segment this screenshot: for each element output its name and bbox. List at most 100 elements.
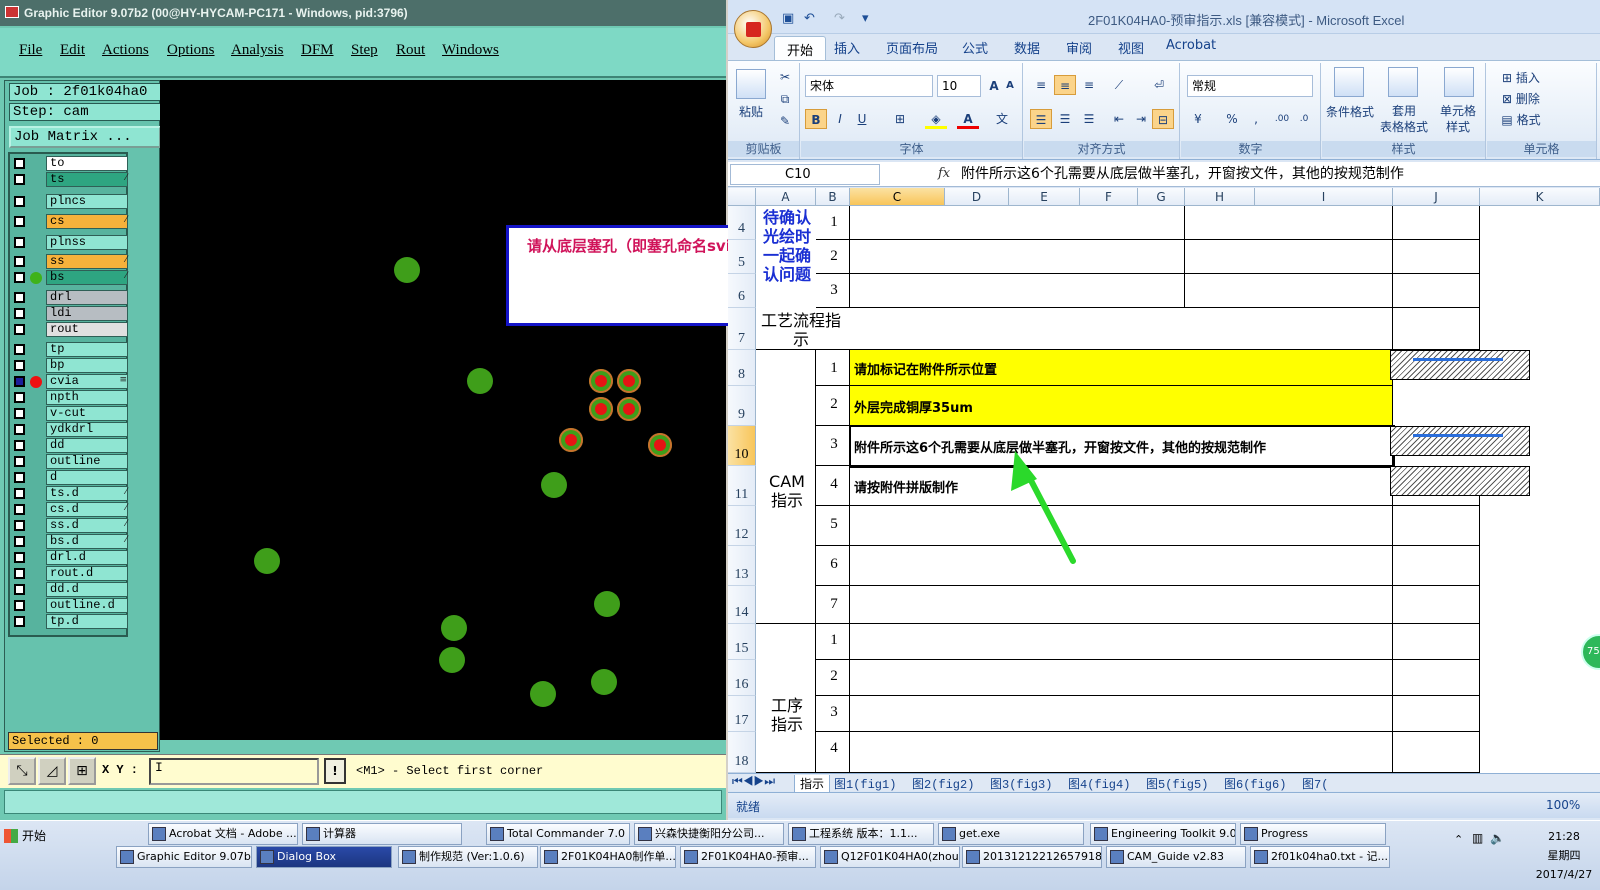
layer-row-tp[interactable]: tp — [10, 342, 130, 358]
formula-input[interactable]: 附件所示这6个孔需要从底层做半塞孔，开窗按文件，其他的按规范制作 — [961, 164, 1404, 184]
zoom-level[interactable]: 100% — [1546, 798, 1580, 812]
layer-row-cvia[interactable]: cvia ≡ — [10, 374, 130, 390]
row-header-13[interactable]: 13 — [728, 546, 756, 586]
layer-row-ss-d[interactable]: ss.d ⁄ — [10, 518, 130, 534]
layer-checkbox[interactable] — [14, 440, 25, 451]
process-row[interactable] — [756, 308, 1393, 350]
menu-analysis[interactable]: Analysis — [231, 42, 284, 59]
layer-name[interactable]: cs.d — [46, 502, 128, 517]
cell-c[interactable] — [850, 546, 1393, 586]
menu-step[interactable]: Step — [351, 42, 378, 59]
taskbar-button[interactable]: get.exe — [938, 823, 1084, 845]
cell-h[interactable] — [1185, 206, 1393, 240]
layer-name[interactable]: ldi — [46, 306, 128, 321]
row-header-5[interactable]: 5 — [728, 240, 756, 274]
volume-icon[interactable]: 🔈 — [1490, 831, 1505, 845]
pad-feature[interactable] — [439, 647, 465, 673]
paste-icon[interactable] — [736, 69, 766, 99]
taskbar-button[interactable]: 2f01k04ha0.txt - 记... — [1250, 846, 1390, 868]
layer-checkbox[interactable] — [14, 600, 25, 611]
customize-qat-icon[interactable]: ▾ — [862, 11, 869, 26]
layer-name[interactable]: bs.d — [46, 534, 128, 549]
paste-label[interactable]: 粘贴 — [732, 103, 770, 120]
cell-style-icon[interactable] — [1444, 67, 1474, 97]
underline-icon[interactable]: U — [851, 109, 873, 129]
layer-row-ldi[interactable]: ldi — [10, 306, 130, 322]
layer-checkbox[interactable] — [14, 237, 25, 248]
layer-name[interactable]: outline — [46, 454, 128, 469]
wrap-text-icon[interactable]: ⏎ — [1148, 75, 1170, 95]
pad-feature[interactable] — [467, 368, 493, 394]
pad-feature[interactable] — [254, 548, 280, 574]
job-matrix-button[interactable]: Job Matrix ... — [9, 126, 161, 148]
cell-c[interactable] — [850, 206, 1185, 240]
layer-name[interactable]: plncs — [46, 194, 128, 209]
menu-dfm[interactable]: DFM — [301, 42, 334, 59]
xy-input[interactable]: I — [149, 758, 319, 785]
decrease-decimal-icon[interactable]: .0 — [1293, 109, 1315, 129]
taskbar-button[interactable]: Progress — [1240, 823, 1386, 845]
menu-actions[interactable]: Actions — [102, 42, 149, 59]
align-bottom-icon[interactable]: ≡ — [1078, 75, 1100, 95]
column-header-d[interactable]: D — [945, 188, 1009, 206]
taskbar-button[interactable]: Graphic Editor 9.07b... — [116, 846, 252, 868]
row-header-8[interactable]: 8 — [728, 350, 756, 386]
row-header-11[interactable]: 11 — [728, 466, 756, 506]
layer-row-tp-d[interactable]: tp.d — [10, 614, 130, 630]
border-icon[interactable]: ⊞ — [889, 109, 911, 129]
menu-options[interactable]: Options — [167, 42, 215, 59]
align-middle-icon[interactable]: ≡ — [1054, 75, 1076, 95]
cell-c[interactable] — [850, 274, 1185, 308]
cell-j[interactable] — [1393, 586, 1480, 624]
cell-j[interactable] — [1393, 546, 1480, 586]
row-header-18[interactable]: 18 — [728, 732, 756, 773]
sheet-tab[interactable]: 图5(fig5) — [1146, 775, 1208, 792]
sheet-tab[interactable]: 图3(fig3) — [990, 775, 1052, 792]
cell-c[interactable] — [850, 696, 1393, 732]
cell-style-label[interactable]: 单元格 样式 — [1432, 103, 1484, 135]
increase-indent-icon[interactable]: ⇥ — [1130, 109, 1152, 129]
percent-icon[interactable]: % — [1221, 109, 1243, 129]
column-header-i[interactable]: I — [1255, 188, 1393, 206]
layer-name[interactable]: ss — [46, 254, 128, 269]
layer-checkbox[interactable] — [14, 456, 25, 467]
taskbar-button[interactable]: Q12F01K04HA0(zhou... — [820, 846, 960, 868]
cell-c[interactable] — [850, 660, 1393, 696]
cell-j[interactable] — [1393, 274, 1480, 308]
copy-icon[interactable]: ⧉ — [774, 89, 796, 109]
tab-page-layout[interactable]: 页面布局 — [886, 38, 938, 57]
layer-row-v-cut[interactable]: v-cut — [10, 406, 130, 422]
align-top-icon[interactable]: ≡ — [1030, 75, 1052, 95]
decrease-indent-icon[interactable]: ⇤ — [1108, 109, 1130, 129]
sheet-nav-icon[interactable]: ⏮◀▶⏭ — [732, 775, 775, 789]
layer-row-npth[interactable]: npth — [10, 390, 130, 406]
sheet-tab[interactable]: 图4(fig4) — [1068, 775, 1130, 792]
row-header-14[interactable]: 14 — [728, 586, 756, 624]
layer-checkbox[interactable] — [14, 272, 25, 283]
column-header-c[interactable]: C — [850, 188, 945, 206]
tab-data[interactable]: 数据 — [1014, 38, 1040, 57]
increase-decimal-icon[interactable]: .00 — [1271, 109, 1293, 129]
grid-icon[interactable]: ⊞ — [68, 757, 96, 785]
row-header-6[interactable]: 6 — [728, 274, 756, 308]
layer-row-bp[interactable]: bp — [10, 358, 130, 374]
layer-checkbox[interactable] — [14, 424, 25, 435]
taskbar-button[interactable]: Total Commander 7.0 p... — [486, 823, 630, 845]
pad-feature[interactable] — [591, 669, 617, 695]
insert-cells-button[interactable]: ⊞ 插入 — [1491, 69, 1551, 86]
warning-icon[interactable]: ! — [324, 758, 346, 784]
column-header-h[interactable]: H — [1185, 188, 1255, 206]
font-name-select[interactable]: 宋体 — [805, 75, 933, 97]
merge-center-icon[interactable]: ⊟ — [1152, 109, 1174, 129]
layer-row-ydkdrl[interactable]: ydkdrl — [10, 422, 130, 438]
tray-up-icon[interactable]: ⌃ — [1454, 833, 1463, 846]
taskbar-button[interactable]: Engineering Toolkit 9.0... — [1090, 823, 1236, 845]
layer-name[interactable]: dd — [46, 438, 128, 453]
layer-checkbox[interactable] — [14, 520, 25, 531]
orientation-icon[interactable]: ⟋ — [1108, 75, 1130, 95]
italic-icon[interactable]: I — [829, 109, 851, 129]
layer-row-d[interactable]: d — [10, 470, 130, 486]
table-format-label[interactable]: 套用 表格格式 — [1374, 103, 1434, 135]
layer-checkbox[interactable] — [14, 472, 25, 483]
layer-row-ss[interactable]: ss ⁄ — [10, 254, 130, 270]
